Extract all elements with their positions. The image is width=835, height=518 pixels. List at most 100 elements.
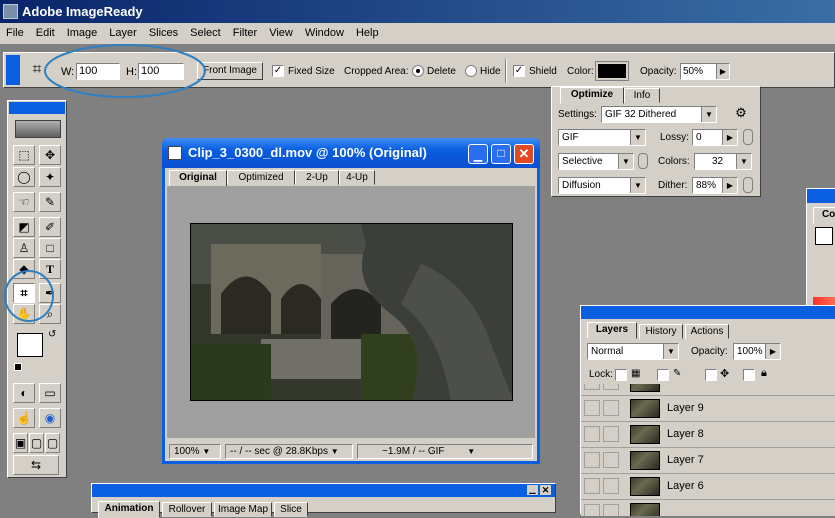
default-colors-icon[interactable] bbox=[14, 363, 22, 371]
tab-history[interactable]: History bbox=[639, 324, 683, 339]
layer-row-partial[interactable] bbox=[581, 384, 835, 396]
app-icon[interactable] bbox=[3, 4, 18, 19]
marquee-tool-icon[interactable]: ⬚ bbox=[13, 145, 35, 165]
screen-mode-standard-icon[interactable]: ▣ bbox=[13, 433, 28, 453]
layers-panel-title[interactable] bbox=[581, 306, 835, 319]
shield-checkbox[interactable]: ✓ bbox=[513, 65, 525, 77]
tab-color[interactable]: Col bbox=[813, 207, 835, 224]
slice-visibility-icon[interactable]: ☝ bbox=[13, 408, 35, 428]
opacity-arrow-icon[interactable]: ▶ bbox=[716, 64, 729, 79]
settings-dropdown[interactable]: GIF 32 Dithered ▼ bbox=[601, 106, 717, 123]
tab-2-up[interactable]: 2-Up bbox=[295, 170, 339, 185]
rectangle-tool-icon[interactable]: □ bbox=[39, 238, 61, 258]
lasso-tool-icon[interactable]: ◯ bbox=[13, 167, 35, 187]
toolbox-title[interactable] bbox=[9, 102, 65, 114]
format-dropdown[interactable]: GIF ▼ bbox=[558, 129, 646, 146]
palette-mask-icon[interactable] bbox=[638, 153, 648, 169]
shield-color-swatch[interactable] bbox=[595, 61, 629, 81]
eye-icon[interactable] bbox=[584, 400, 600, 416]
animation-minimize-button[interactable]: ▁ bbox=[527, 485, 538, 495]
animation-panel-title[interactable] bbox=[92, 484, 555, 497]
tab-4-up[interactable]: 4-Up bbox=[339, 170, 375, 185]
fixed-size-checkbox[interactable]: ✓ bbox=[272, 65, 284, 77]
palette-dropdown[interactable]: Selective ▼ bbox=[558, 153, 634, 170]
link-icon[interactable] bbox=[603, 504, 619, 516]
tab-slice[interactable]: Slice bbox=[274, 502, 308, 517]
stamp-tool-icon[interactable]: ♙ bbox=[13, 238, 35, 258]
delete-radio[interactable] bbox=[412, 65, 424, 77]
eye-icon[interactable] bbox=[584, 504, 600, 516]
tab-info[interactable]: Info bbox=[624, 88, 660, 103]
move-tool-icon[interactable]: ✥ bbox=[39, 145, 61, 165]
tab-optimized[interactable]: Optimized bbox=[227, 170, 295, 185]
foreground-color-swatch[interactable] bbox=[17, 333, 43, 357]
link-icon[interactable] bbox=[603, 384, 619, 390]
eyedropper-small-icon[interactable]: ✎ bbox=[39, 192, 61, 212]
tab-original[interactable]: Original bbox=[169, 170, 227, 187]
tab-image-map[interactable]: Image Map bbox=[214, 502, 272, 517]
close-button[interactable]: ✕ bbox=[514, 144, 534, 164]
screen-mode-full-icon[interactable]: ▢ bbox=[45, 433, 60, 453]
eye-icon[interactable] bbox=[584, 478, 600, 494]
video-frame-image[interactable] bbox=[190, 223, 513, 401]
dither-input[interactable]: 88% ▶ bbox=[692, 177, 738, 194]
screen-mode-full-menu-icon[interactable]: ▢ bbox=[29, 433, 44, 453]
dither-arrow-icon[interactable]: ▶ bbox=[722, 178, 737, 193]
canvas-area[interactable] bbox=[167, 186, 535, 438]
optimize-menu-icon[interactable]: ⚙ bbox=[732, 105, 750, 123]
colors-dropdown[interactable]: 32 ▼ bbox=[694, 153, 752, 170]
eye-icon[interactable] bbox=[584, 384, 600, 390]
preview-toggle-icon[interactable]: ◐ bbox=[13, 383, 35, 403]
lossy-input[interactable]: 0 ▶ bbox=[692, 129, 738, 146]
eye-icon[interactable] bbox=[584, 426, 600, 442]
layer-row[interactable]: Layer 9 bbox=[581, 396, 835, 422]
dither-mask-icon[interactable] bbox=[743, 177, 753, 193]
blend-mode-dropdown[interactable]: Normal ▼ bbox=[587, 343, 679, 360]
layer-row[interactable]: Layer 7 bbox=[581, 448, 835, 474]
document-icon[interactable] bbox=[168, 146, 182, 160]
link-icon[interactable] bbox=[603, 478, 619, 494]
menu-edit[interactable]: Edit bbox=[30, 23, 61, 43]
file-size-dropdown[interactable]: ~1.9M / -- GIF ▼ bbox=[357, 444, 533, 459]
lock-position-checkbox[interactable] bbox=[705, 369, 717, 381]
link-icon[interactable] bbox=[603, 426, 619, 442]
jump-to-photoshop-icon[interactable]: ◉ bbox=[39, 408, 61, 428]
layer-row-partial[interactable] bbox=[581, 500, 835, 516]
maximize-button[interactable]: □ bbox=[491, 144, 511, 164]
tab-rollover[interactable]: Rollover bbox=[162, 502, 212, 517]
menu-help[interactable]: Help bbox=[350, 23, 385, 43]
color-panel-title[interactable] bbox=[807, 189, 835, 203]
layer-row[interactable]: Layer 8 bbox=[581, 422, 835, 448]
preview-browser-icon[interactable]: ▭ bbox=[39, 383, 61, 403]
menu-slices[interactable]: Slices bbox=[143, 23, 184, 43]
dither-algo-dropdown[interactable]: Diffusion ▼ bbox=[558, 177, 646, 194]
lock-transparency-checkbox[interactable] bbox=[615, 369, 627, 381]
opacity-input[interactable]: 50% ▶ bbox=[680, 63, 730, 80]
swap-colors-icon[interactable]: ↺ bbox=[48, 329, 56, 340]
menu-select[interactable]: Select bbox=[184, 23, 227, 43]
tab-actions[interactable]: Actions bbox=[685, 324, 729, 339]
minimize-button[interactable]: ▁ bbox=[468, 144, 488, 164]
layer-row[interactable]: Layer 6 bbox=[581, 474, 835, 500]
download-speed-dropdown[interactable]: -- / -- sec @ 28.8Kbps ▼ bbox=[225, 444, 353, 459]
tab-layers[interactable]: Layers bbox=[587, 322, 637, 339]
lossy-arrow-icon[interactable]: ▶ bbox=[722, 130, 737, 145]
hide-radio[interactable] bbox=[465, 65, 477, 77]
animation-close-button[interactable]: ✕ bbox=[540, 485, 551, 495]
tab-optimize[interactable]: Optimize bbox=[560, 87, 624, 104]
menu-file[interactable]: File bbox=[0, 23, 30, 43]
lock-all-checkbox[interactable] bbox=[743, 369, 755, 381]
switch-to-photoshop-icon[interactable]: ⇆ bbox=[13, 455, 59, 475]
eye-icon[interactable] bbox=[584, 452, 600, 468]
lock-image-checkbox[interactable] bbox=[657, 369, 669, 381]
options-bar-handle[interactable] bbox=[6, 55, 20, 85]
layer-opacity-arrow-icon[interactable]: ▶ bbox=[765, 344, 780, 359]
lossy-mask-icon[interactable] bbox=[743, 129, 753, 145]
layer-opacity-input[interactable]: 100% ▶ bbox=[733, 343, 781, 360]
brush-tool-icon[interactable]: ✐ bbox=[39, 217, 61, 237]
eraser-tool-icon[interactable]: ◩ bbox=[13, 217, 35, 237]
menu-filter[interactable]: Filter bbox=[227, 23, 263, 43]
zoom-dropdown[interactable]: 100% ▼ bbox=[169, 444, 221, 459]
link-icon[interactable] bbox=[603, 400, 619, 416]
menu-view[interactable]: View bbox=[263, 23, 299, 43]
